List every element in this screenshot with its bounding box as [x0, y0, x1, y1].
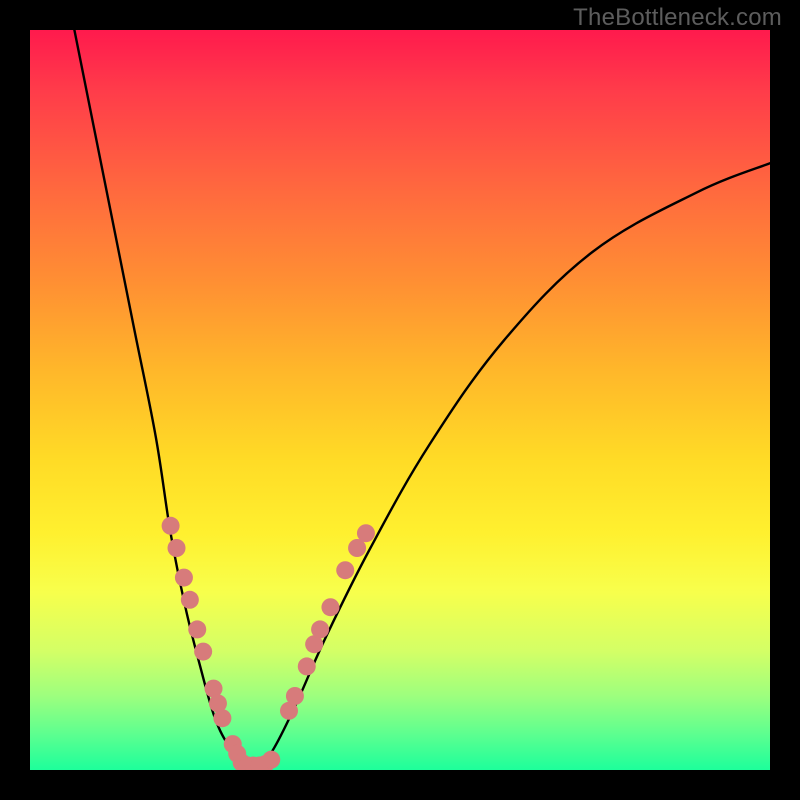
data-marker [213, 709, 231, 727]
data-marker [298, 657, 316, 675]
data-marker [262, 751, 280, 769]
data-marker [175, 569, 193, 587]
data-marker [311, 620, 329, 638]
curve-layer [30, 30, 770, 770]
data-marker [321, 598, 339, 616]
curve-right-branch [245, 163, 770, 768]
watermark-text: TheBottleneck.com [573, 4, 782, 32]
data-marker [188, 620, 206, 638]
chart-frame: TheBottleneck.com [0, 0, 800, 800]
data-marker [286, 687, 304, 705]
plot-area [30, 30, 770, 770]
data-marker [194, 643, 212, 661]
data-marker [336, 561, 354, 579]
data-marker [162, 517, 180, 535]
data-marker [168, 539, 186, 557]
data-marker [181, 591, 199, 609]
curve-left-branch [74, 30, 244, 766]
data-marker [357, 524, 375, 542]
